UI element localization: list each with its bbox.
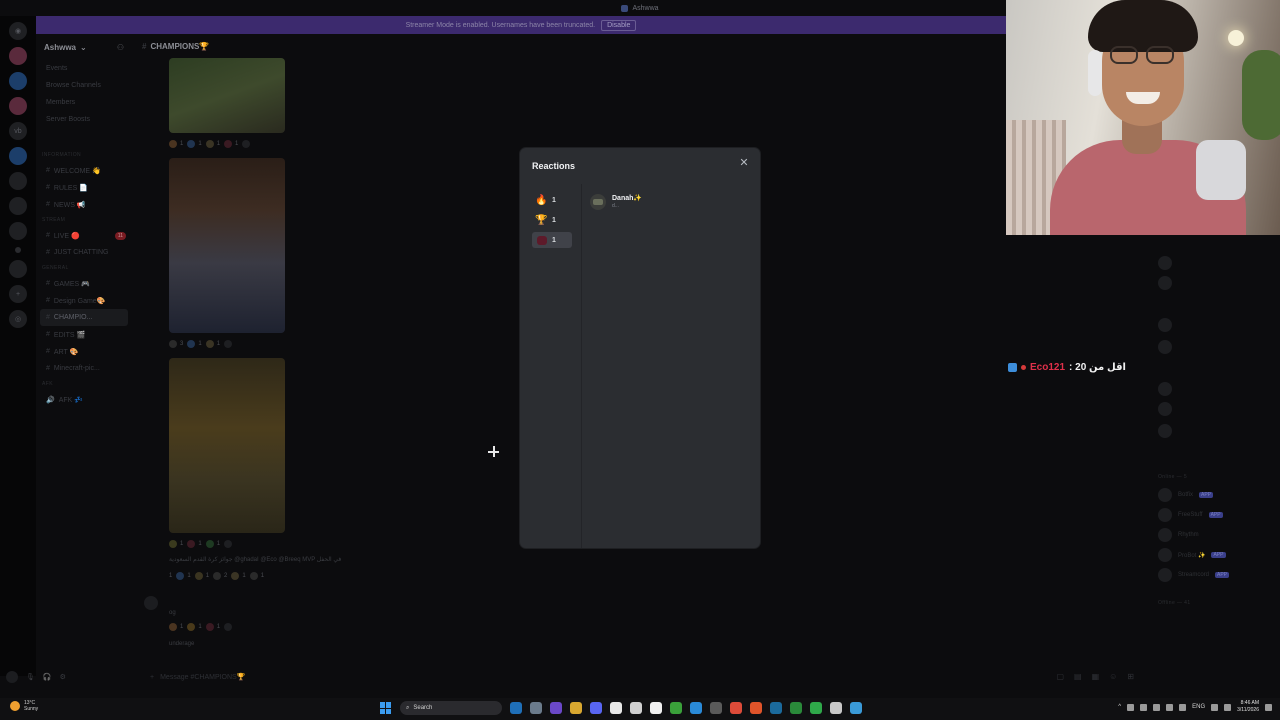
user-subtext: d... [612,203,619,209]
reaction-count: 1 [552,236,556,244]
telegram-icon[interactable] [690,702,702,714]
weather-desc: Sunny [24,706,39,712]
notification-icon[interactable] [1265,703,1272,711]
chevron-up-icon[interactable]: ^ [1118,704,1121,710]
steam-icon[interactable] [770,702,782,714]
close-icon[interactable]: ✕ [738,157,750,169]
xbox-icon[interactable] [670,702,682,714]
notepad-icon[interactable] [610,702,622,714]
modal-title: Reactions [532,161,576,171]
language-indicator[interactable]: ENG [1192,704,1205,710]
search-label: Search [413,705,433,711]
reaction-tab-heart[interactable]: 1 [532,232,572,248]
reaction-tab-trophy[interactable]: 🏆 1 [532,212,572,228]
system-tray: ^ ENG 8:46 AM 3/11/2026 [1118,700,1272,714]
excel-icon[interactable] [790,702,802,714]
taskbar: 13°C Sunny ⌕ Search ^ ENG 8:46 AM 3/11/2… [0,698,1280,720]
tray-icon[interactable] [1166,703,1174,711]
reaction-count: 1 [552,216,556,224]
app-icon[interactable] [550,702,562,714]
reaction-count: 1 [552,196,556,204]
tray-icon[interactable] [1153,703,1161,711]
webcam-overlay [1006,0,1280,235]
app-icon[interactable] [830,702,842,714]
app-icon[interactable] [650,702,662,714]
file-explorer-icon[interactable] [570,702,582,714]
heart-icon [536,235,547,246]
twitch-icon [1008,363,1017,372]
clock[interactable]: 8:46 AM 3/11/2026 [1237,700,1259,714]
reactions-modal: Reactions ✕ 🔥 1 🏆 1 1 Danah✨ d... [520,148,760,548]
microphone-icon [1196,140,1246,200]
sun-icon [10,701,20,711]
reaction-user-list: Danah✨ d... [582,184,760,548]
app-icon[interactable] [810,702,822,714]
windows-start-icon[interactable] [380,702,392,714]
discord-icon[interactable] [590,702,602,714]
edge-icon[interactable] [510,702,522,714]
chrome-icon[interactable] [730,702,742,714]
volume-icon[interactable] [1224,703,1232,711]
wifi-icon[interactable] [1211,703,1219,711]
fire-icon: 🔥 [535,194,548,206]
reaction-user-row[interactable]: Danah✨ d... [590,194,752,210]
brave-icon[interactable] [750,702,762,714]
avatar[interactable] [590,194,606,210]
user-name: Danah✨ [612,195,643,202]
reaction-tab-fire[interactable]: 🔥 1 [532,192,572,208]
tray-icon[interactable] [1179,703,1187,711]
tray-icon[interactable] [1127,703,1135,711]
crosshair-cursor-icon [488,446,499,457]
chat-text: : اقل من 20 [1069,362,1126,373]
date: 3/11/2026 [1237,707,1259,713]
weather-widget[interactable]: 13°C Sunny [10,700,38,712]
app-icon[interactable] [530,702,542,714]
search-icon: ⌕ [406,704,410,711]
stream-chat-message: Eco121 : اقل من 20 [1008,362,1126,373]
time: 8:46 AM [1240,700,1259,706]
plant-icon [1242,50,1280,140]
lamp-icon [1228,30,1244,46]
status-dot [1021,365,1026,370]
chat-username: Eco121 [1030,362,1066,373]
app-icon[interactable] [630,702,642,714]
taskbar-apps: ⌕ Search [380,701,862,715]
trophy-icon: 🏆 [535,214,548,226]
tray-icon[interactable] [1140,703,1148,711]
app-icon[interactable] [850,702,862,714]
app-icon[interactable] [710,702,722,714]
reaction-tabs: 🔥 1 🏆 1 1 [520,184,582,548]
taskbar-search[interactable]: ⌕ Search [400,701,502,715]
